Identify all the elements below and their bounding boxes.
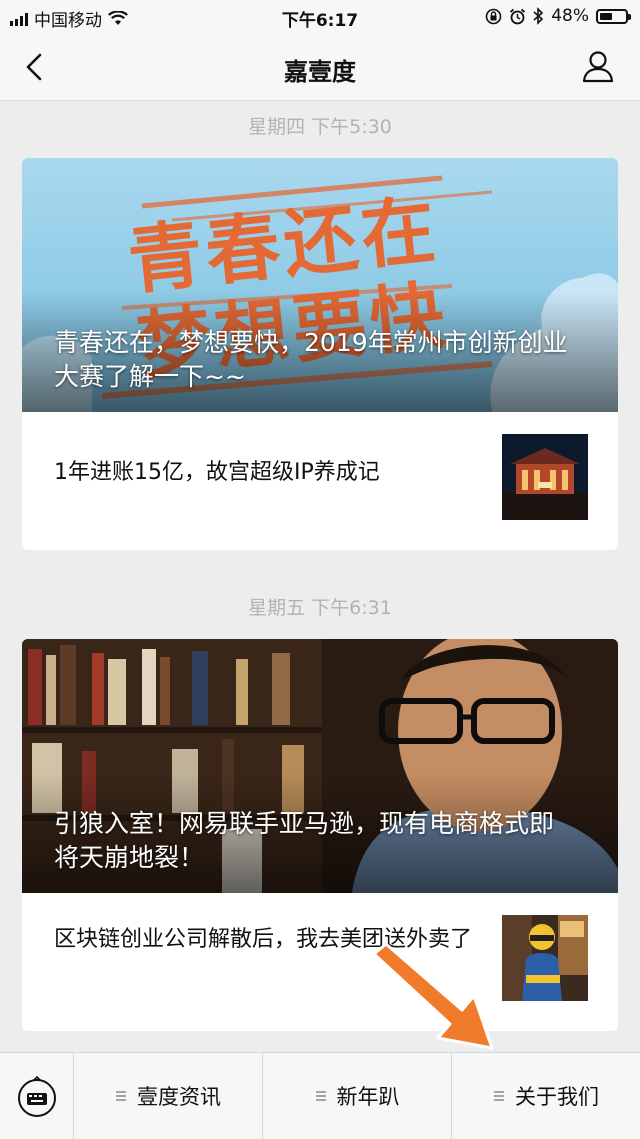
menu-lines-icon [315,1091,326,1101]
message-timestamp: 星期四 下午5:30 [248,116,392,138]
article-hero[interactable]: 青春还在 梦想要快 青春还在，梦想要快，2019年常州市创新创业大赛了解一下~~ [22,158,618,412]
article-headline: 青春还在，梦想要快，2019年常州市创新创业大赛了解一下~~ [54,328,568,391]
menu-lines-icon [116,1091,126,1101]
menu-lines-icon [494,1091,504,1101]
rotation-lock-icon [485,8,502,24]
keyboard-icon [18,1075,56,1117]
status-bar: 中国移动 下午6:17 48% [0,0,640,34]
battery-icon [596,8,631,24]
sub-article-row[interactable]: 1年进账15亿，故宫超级IP养成记 [22,412,618,550]
article-card: 引狼入室！网易联手亚马逊，现有电商格式即将天崩地裂！ 区块链创业公司解散后，我去… [22,639,618,1031]
menu-bar: 壹度资讯 新年趴 关于我们 [0,1052,640,1139]
status-right: 48% [485,6,631,26]
page-title: 嘉壹度 [284,58,356,86]
menu-item-news[interactable]: 壹度资讯 [74,1053,263,1139]
battery-fill [600,12,612,20]
menu-item-label: 新年趴 [336,1085,400,1109]
keyboard-toggle-button[interactable] [0,1053,74,1139]
menu-item-about[interactable]: 关于我们 [452,1053,640,1139]
thumbnail-delivery [502,915,588,1001]
message-timestamp: 星期五 下午6:31 [248,597,392,619]
menu-item-label: 壹度资讯 [137,1085,221,1109]
article-headline: 引狼入室！网易联手亚马逊，现有电商格式即将天崩地裂！ [54,809,555,872]
article-card: 青春还在 梦想要快 青春还在，梦想要快，2019年常州市创新创业大赛了解一下~~… [22,158,618,550]
alarm-icon [510,8,526,24]
nav-bar: 嘉壹度 [0,34,640,101]
profile-icon[interactable] [580,48,616,84]
article-hero[interactable]: 引狼入室！网易联手亚马逊，现有电商格式即将天崩地裂！ [22,639,618,893]
menu-item-label: 关于我们 [515,1085,599,1109]
thumbnail-palace [502,434,588,520]
battery-percent: 48% [551,6,589,26]
annotation-arrow [372,942,494,1050]
bluetooth-icon [533,7,544,25]
menu-item-newyear[interactable]: 新年趴 [263,1053,452,1139]
sub-article-title: 1年进账15亿，故宫超级IP养成记 [54,460,380,485]
sub-article-row[interactable]: 区块链创业公司解散后，我去美团送外卖了 [22,893,618,1031]
